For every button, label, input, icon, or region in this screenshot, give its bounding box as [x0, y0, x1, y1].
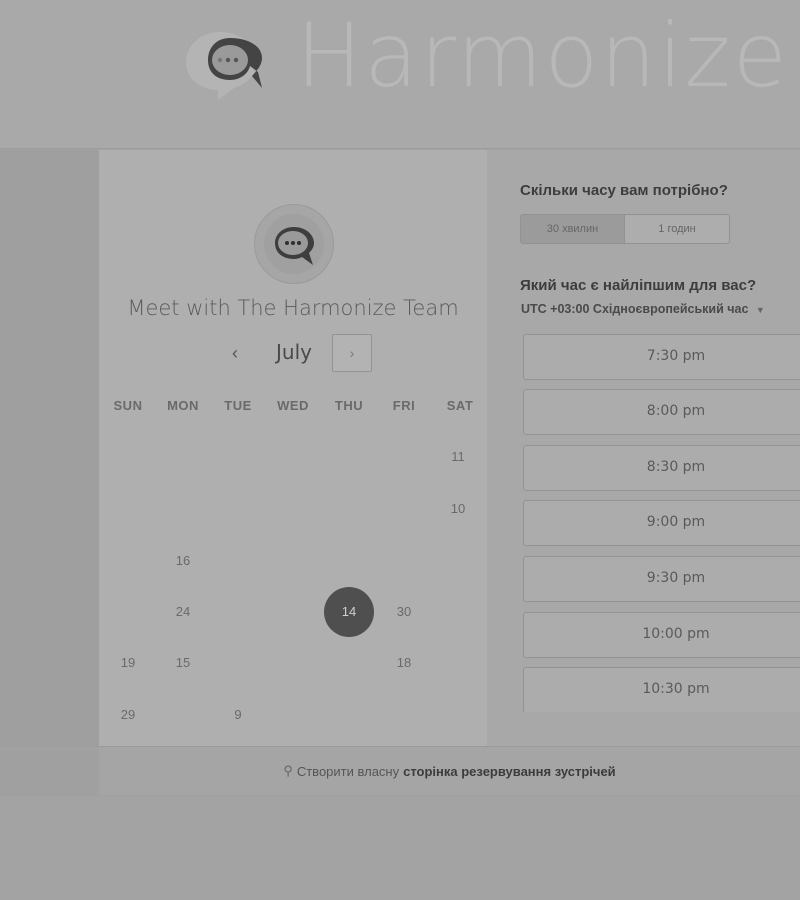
time-slot-label: 8:30 pm	[646, 459, 706, 475]
calendar-day-selected[interactable]: 14	[324, 587, 374, 637]
calendar-day[interactable]: 10	[433, 484, 483, 534]
weekday-thu: THU	[334, 398, 364, 413]
calendar-day[interactable]: 29	[103, 690, 153, 740]
next-month-button[interactable]: ›	[332, 334, 372, 372]
chat-bubble-icon	[264, 214, 324, 274]
time-slot[interactable]: 10:00 pm	[523, 612, 800, 658]
weekday-fri: FRI	[392, 398, 416, 413]
weekday-mon: MON	[167, 398, 199, 413]
time-slot-label: 7:30 pm	[646, 348, 706, 364]
time-slot-label: 10:00 pm	[642, 626, 710, 642]
brand-name: Harmonize	[296, 4, 789, 107]
calendar-day[interactable]: 30	[379, 587, 429, 637]
time-slot[interactable]: 7:30 pm	[523, 334, 800, 380]
calendar-day[interactable]: 18	[379, 638, 429, 688]
calendar-day[interactable]: 24	[158, 587, 208, 637]
weekday-sat: SAT	[446, 398, 474, 413]
duration-question: Скільки часу вам потрібно?	[520, 182, 728, 199]
chat-bubble-logo-icon	[182, 26, 270, 104]
footer-bar: ⚲ Створити власну сторінка резервування …	[99, 746, 800, 795]
footer-prefix: Створити власну	[296, 763, 400, 779]
timezone-selector[interactable]: UTC +03:00 Східноєвропейський час ▼	[521, 302, 765, 316]
time-slot-label: 8:00 pm	[646, 403, 706, 419]
calendar-day[interactable]: 15	[158, 638, 208, 688]
month-label: July	[276, 340, 312, 364]
caret-down-icon: ▼	[755, 305, 765, 315]
weekday-header: SUN MON TUE WED THU FRI SAT	[99, 398, 487, 416]
time-slot[interactable]: 8:30 pm	[523, 445, 800, 491]
weekday-wed: WED	[277, 398, 309, 413]
time-slot-label: 10:30 pm	[642, 681, 710, 697]
calendar-day[interactable]: 19	[103, 638, 153, 688]
time-slot[interactable]: 9:30 pm	[523, 556, 800, 602]
team-avatar	[254, 204, 334, 284]
calendar-day[interactable]: 11	[433, 432, 483, 482]
prev-month-button[interactable]: ‹	[220, 338, 250, 368]
meeting-title: Meet with The Harmonize Team	[127, 296, 459, 320]
time-slot-list: 7:30 pm 8:00 pm 8:30 pm 9:00 pm 9:30 pm …	[523, 334, 800, 712]
duration-option-1hour[interactable]: 1 годин	[624, 214, 730, 244]
duration-option-30min[interactable]: 30 хвилин	[520, 214, 625, 244]
time-slot[interactable]: 9:00 pm	[523, 500, 800, 546]
time-slot-label: 9:00 pm	[646, 514, 706, 530]
time-slot[interactable]: 8:00 pm	[523, 389, 800, 435]
timezone-name: Східноєвропейський час	[592, 302, 749, 316]
time-slot-label: 9:30 pm	[646, 570, 706, 586]
weekday-sun: SUN	[113, 398, 143, 413]
time-slot[interactable]: 10:30 pm	[523, 667, 800, 712]
calendar-day[interactable]: 16	[158, 536, 208, 586]
calendar-day[interactable]: 9	[213, 690, 263, 740]
timezone-offset: UTC +03:00	[521, 302, 590, 316]
weekday-tue: TUE	[224, 398, 252, 413]
hero-header: Harmonize	[0, 0, 800, 149]
time-question: Який час є найліпшим для вас?	[520, 277, 757, 294]
sprocket-icon: ⚲	[283, 763, 293, 778]
footer-link[interactable]: сторінка резервування зустрічей	[403, 764, 616, 779]
